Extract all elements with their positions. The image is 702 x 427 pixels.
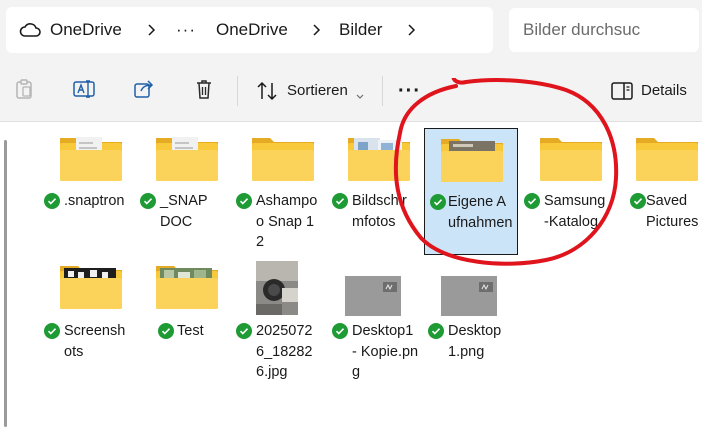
folder-item-bildschirmfotos[interactable]: Bildschirmfotos (332, 128, 426, 258)
sync-status-icon (428, 323, 444, 339)
folder-icon (44, 258, 138, 316)
more-options-button[interactable]: ··· (398, 61, 421, 121)
file-name: Screenshots (64, 323, 126, 360)
vertical-scrollbar[interactable] (4, 140, 7, 427)
details-pane-icon (611, 82, 633, 105)
sort-icon (256, 81, 278, 106)
folder-item-snaptron[interactable]: .snaptron (44, 128, 138, 258)
share-button[interactable] (128, 75, 160, 107)
toolbar-divider (382, 76, 383, 106)
folder-item-snapdoc[interactable]: _SNAPDOC (140, 128, 234, 258)
folder-item-saved-pictures[interactable]: Saved Pictures (624, 128, 702, 258)
sync-status-icon (332, 193, 348, 209)
folder-item-eigene-aufnahmen[interactable]: Eigene Aufnahmen (424, 128, 518, 255)
folder-icon (44, 128, 138, 186)
sync-status-icon (430, 194, 446, 210)
chevron-down-icon (356, 87, 364, 105)
breadcrumb-onedrive[interactable]: OneDrive (216, 7, 288, 53)
chevron-right-icon[interactable] (311, 7, 321, 53)
details-button[interactable]: Details (605, 61, 702, 121)
address-bar[interactable]: OneDrive ··· OneDrive Bilder (6, 7, 493, 53)
breadcrumb-bilder[interactable]: Bilder (339, 7, 382, 53)
sync-status-icon (44, 193, 60, 209)
sync-status-icon (44, 323, 60, 339)
folder-item-samsung-katalog[interactable]: Samsung-Katalog (524, 128, 618, 258)
file-name: Desktop1.png (448, 323, 502, 360)
file-name: Ashampoo Snap 12 (256, 193, 318, 250)
sync-status-icon (332, 323, 348, 339)
folder-item-test[interactable]: Test (140, 258, 234, 368)
sort-label: Sortieren (287, 82, 348, 99)
folder-icon (332, 128, 426, 186)
file-name: Saved Pictures (646, 193, 699, 230)
photo-thumbnail (236, 258, 330, 316)
file-name: Bildschirmfotos (352, 193, 407, 230)
breadcrumb-onedrive-root[interactable]: OneDrive (50, 7, 122, 53)
file-name: _SNAPDOC (160, 193, 208, 230)
folder-icon (524, 128, 618, 186)
file-name: Desktop1 - Kopie.png (352, 323, 419, 380)
folder-icon (236, 128, 330, 186)
rename-button[interactable] (68, 75, 100, 107)
folder-item-ashampoo-snap-12[interactable]: Ashampoo Snap 12 (236, 128, 330, 258)
file-item-20250726-182826-jpg[interactable]: 20250726_182826.jpg (236, 258, 330, 398)
image-thumbnail (428, 258, 522, 316)
search-input[interactable]: Bilder durchsuc (509, 8, 699, 52)
file-name: .snaptron (64, 193, 125, 209)
sync-status-icon (236, 323, 252, 339)
folder-item-screenshots[interactable]: Screenshots (44, 258, 138, 368)
command-bar: Sortieren ··· Details (0, 61, 702, 122)
details-label: Details (641, 82, 687, 99)
chevron-right-icon[interactable] (146, 7, 156, 53)
sort-button[interactable]: Sortieren (250, 61, 375, 121)
sync-status-icon (236, 193, 252, 209)
rename-icon (73, 79, 95, 104)
folder-icon (624, 128, 702, 186)
cloud-icon (19, 21, 41, 44)
paste-button[interactable] (8, 75, 40, 107)
breadcrumb-overflow-button[interactable]: ··· (176, 7, 196, 53)
sync-status-icon (158, 323, 174, 339)
folder-icon (140, 258, 234, 316)
delete-button[interactable] (188, 75, 220, 107)
folder-icon (140, 128, 234, 186)
file-item-desktop1-kopie-png[interactable]: Desktop1 - Kopie.png (332, 258, 426, 408)
file-name: Samsung-Katalog (544, 193, 606, 230)
file-name: Eigene Aufnahmen (448, 194, 513, 231)
sync-status-icon (524, 193, 540, 209)
search-placeholder: Bilder durchsuc (523, 20, 641, 39)
file-name: 20250726_182826.jpg (256, 323, 313, 380)
file-name: Test (177, 323, 204, 339)
clipboard-icon (14, 78, 34, 105)
sync-status-icon (630, 193, 646, 209)
share-icon (133, 79, 155, 104)
toolbar-divider (237, 76, 238, 106)
folder-icon (425, 129, 517, 187)
sync-status-icon (140, 193, 156, 209)
file-item-desktop1-png[interactable]: Desktop1.png (428, 258, 522, 368)
trash-icon (194, 78, 214, 105)
image-thumbnail (332, 258, 426, 316)
chevron-right-icon[interactable] (406, 7, 416, 53)
